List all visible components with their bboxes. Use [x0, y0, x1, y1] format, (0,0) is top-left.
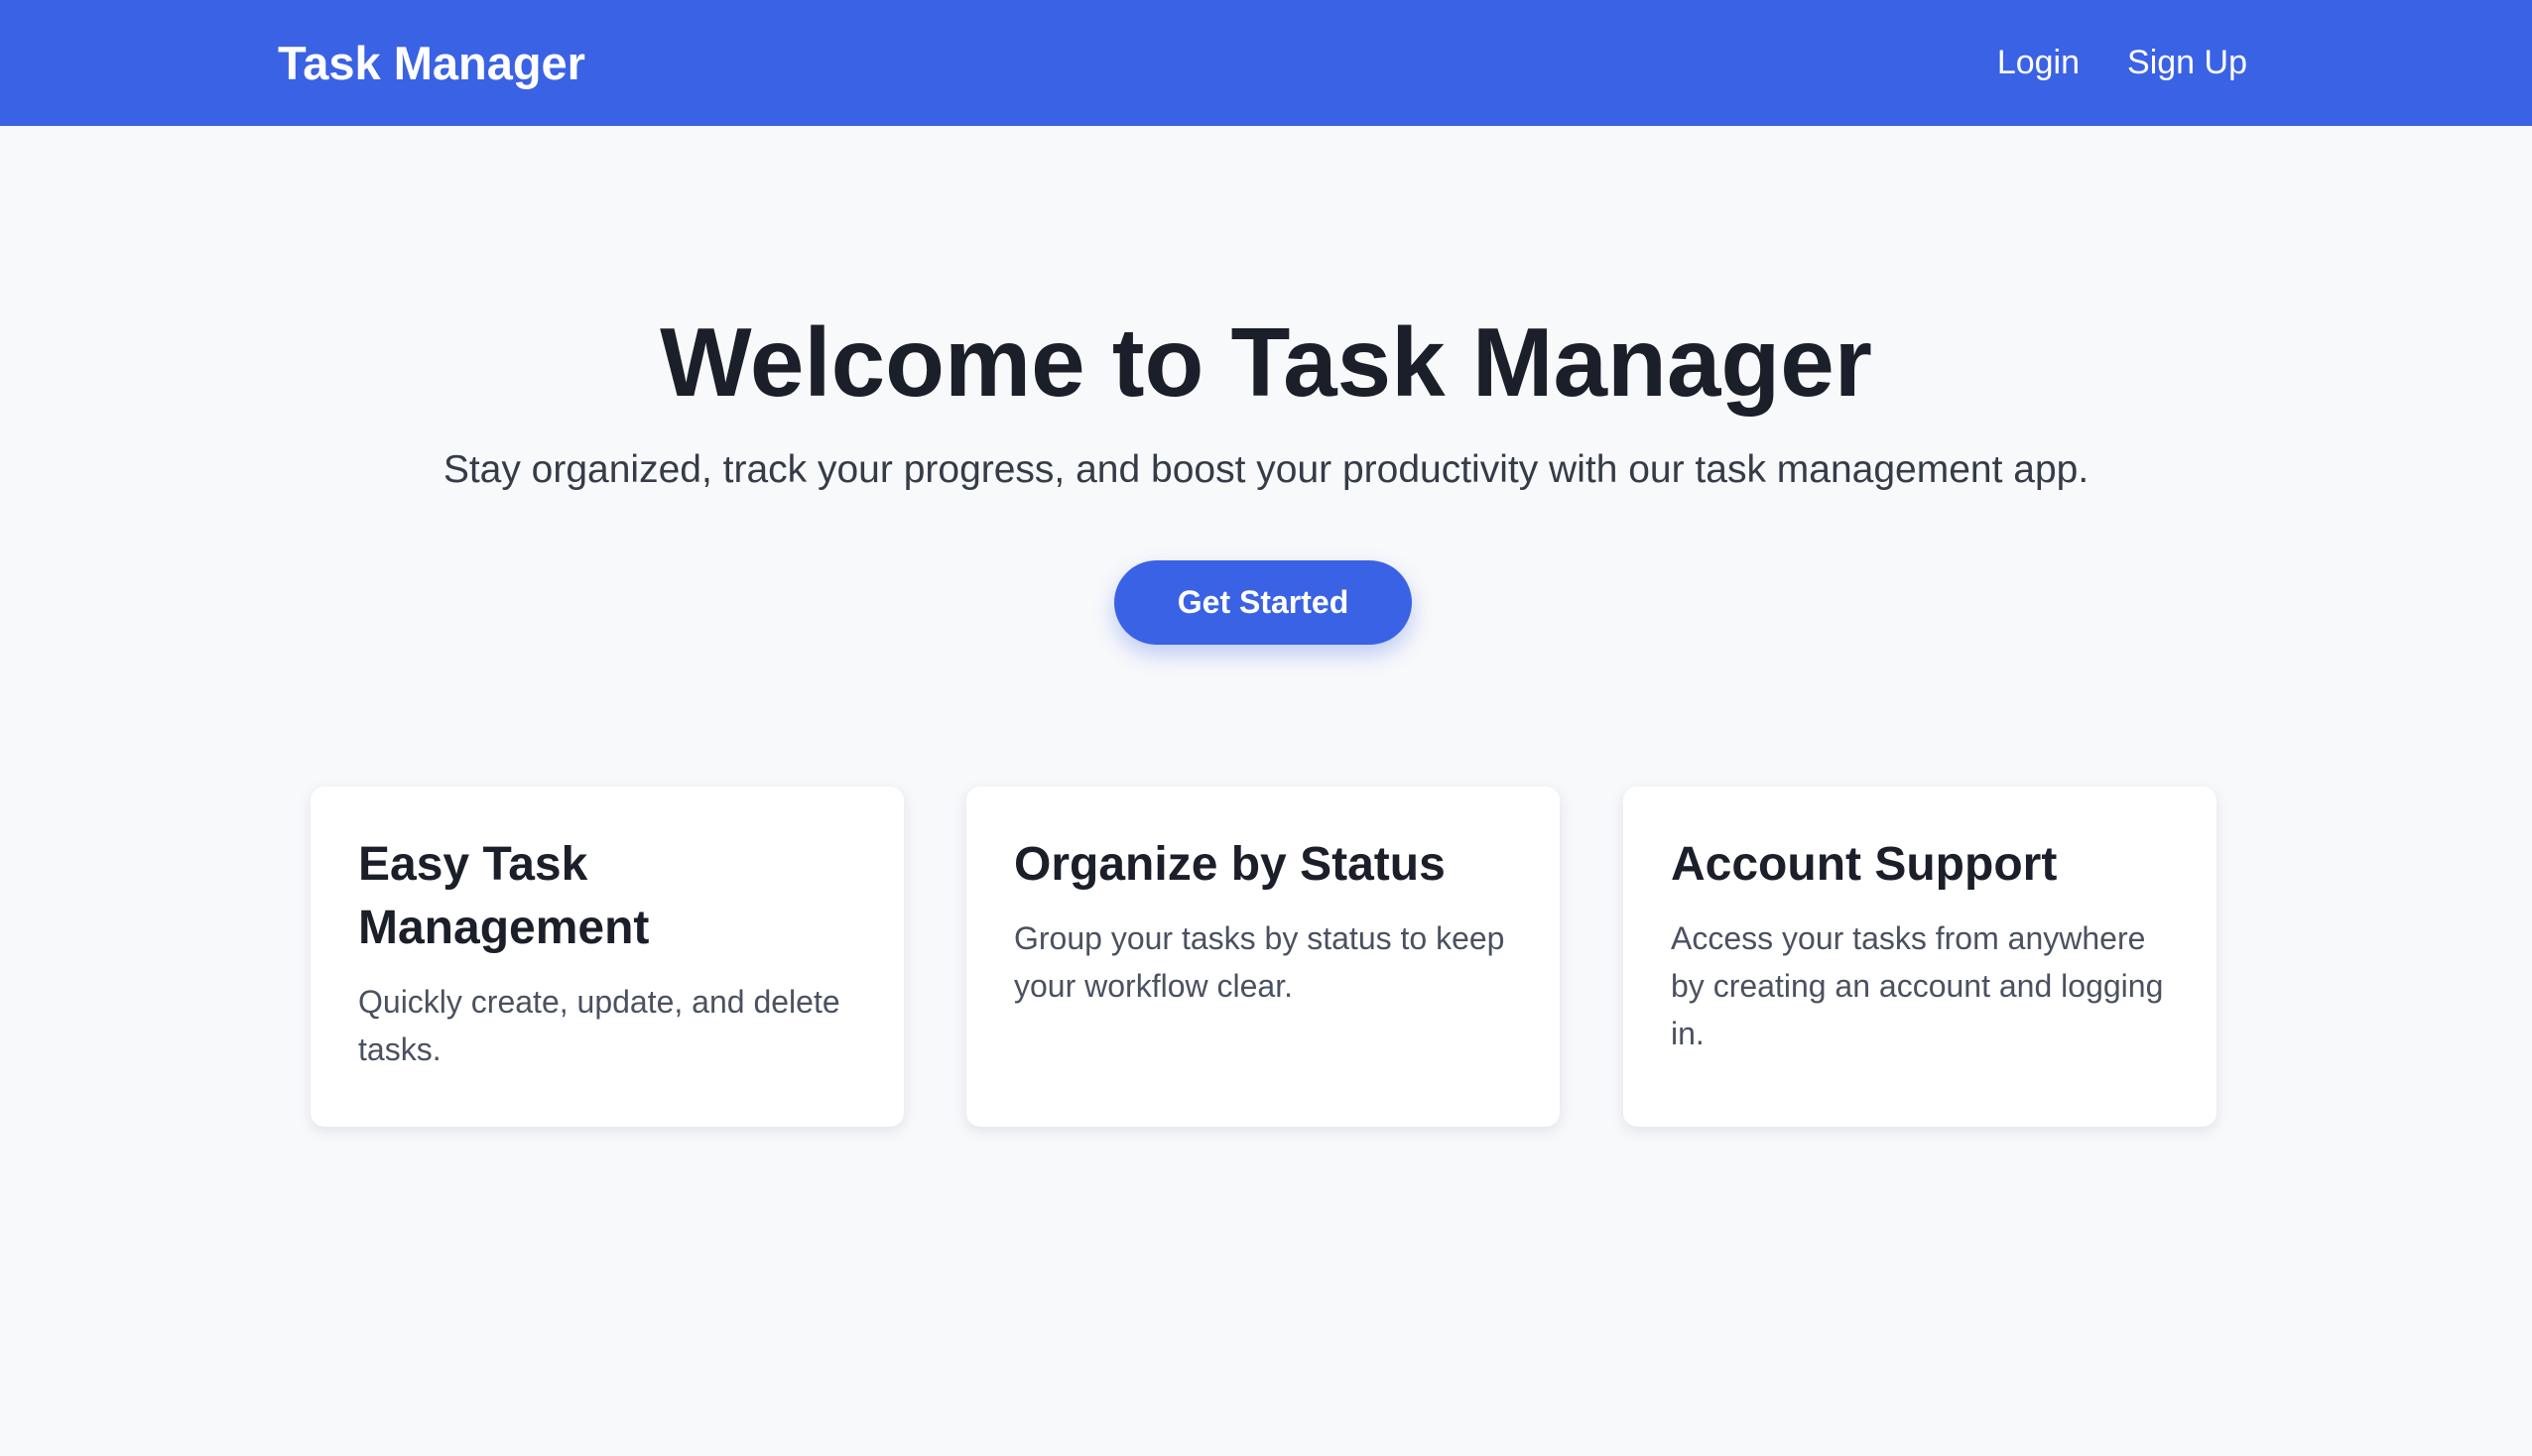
nav-links: Login Sign Up: [1997, 0, 2247, 126]
get-started-button[interactable]: Get Started: [1114, 560, 1412, 645]
signup-link[interactable]: Sign Up: [2127, 44, 2247, 82]
hero-subtitle: Stay organized, track your progress, and…: [443, 448, 2089, 491]
feature-card-text: Access your tasks from anywhere by creat…: [1671, 920, 2164, 1051]
feature-card-text: Quickly create, update, and delete tasks…: [358, 984, 840, 1067]
feature-card-text: Group your tasks by status to keep your …: [1014, 920, 1505, 1004]
feature-card-title: Organize by Status: [1014, 838, 1446, 891]
feature-card-title: Account Support: [1671, 838, 2058, 891]
hero-section: Welcome to Task Manager Stay organized, …: [0, 298, 2532, 498]
feature-card-title: Easy Task Management: [358, 838, 650, 954]
login-link[interactable]: Login: [1997, 44, 2080, 82]
feature-card-task-management: Easy Task Management Quickly create, upd…: [311, 787, 904, 1127]
brand-logo-link[interactable]: Task Manager: [278, 0, 585, 126]
top-navbar: Task Manager Login Sign Up: [0, 0, 2532, 126]
feature-card-organize-by-status: Organize by Status Group your tasks by s…: [966, 787, 1560, 1127]
feature-card-account-support: Account Support Access your tasks from a…: [1623, 787, 2216, 1127]
hero-title: Welcome to Task Manager: [660, 307, 1872, 417]
